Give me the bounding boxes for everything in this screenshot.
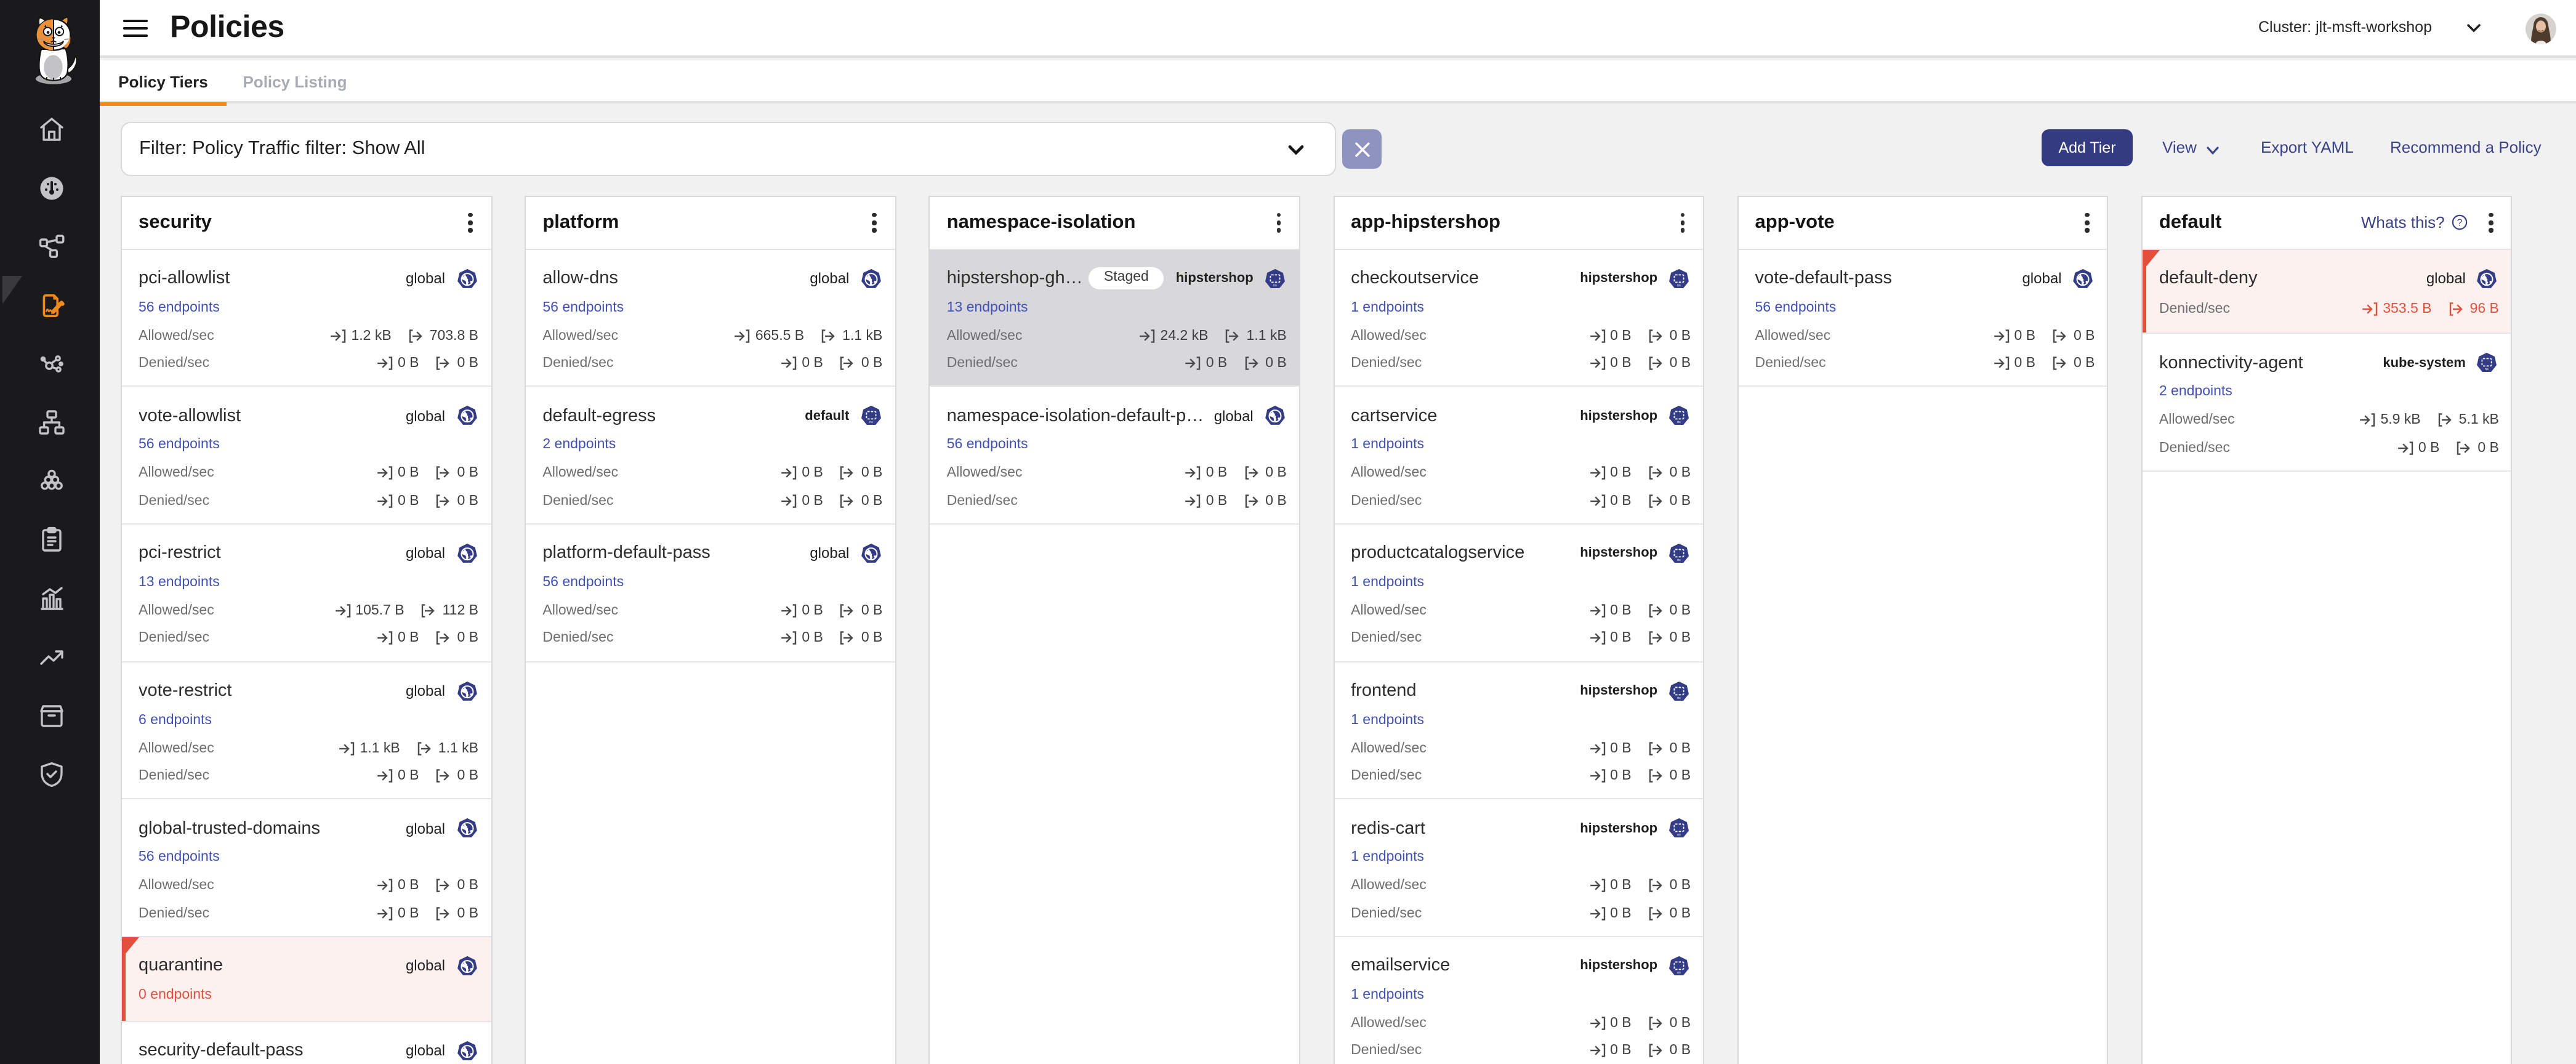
svg-text:ns: ns <box>2485 368 2489 372</box>
svg-text:ns: ns <box>1677 834 1681 837</box>
svg-text:ns: ns <box>1677 558 1681 562</box>
svg-text:ns: ns <box>869 421 873 424</box>
svg-text:ns: ns <box>1677 283 1681 287</box>
svg-text:?: ? <box>2457 218 2462 228</box>
svg-text:ns: ns <box>1677 971 1681 975</box>
svg-text:ns: ns <box>1677 696 1681 699</box>
svg-text:ns: ns <box>1273 283 1277 287</box>
svg-text:ns: ns <box>1677 421 1681 424</box>
